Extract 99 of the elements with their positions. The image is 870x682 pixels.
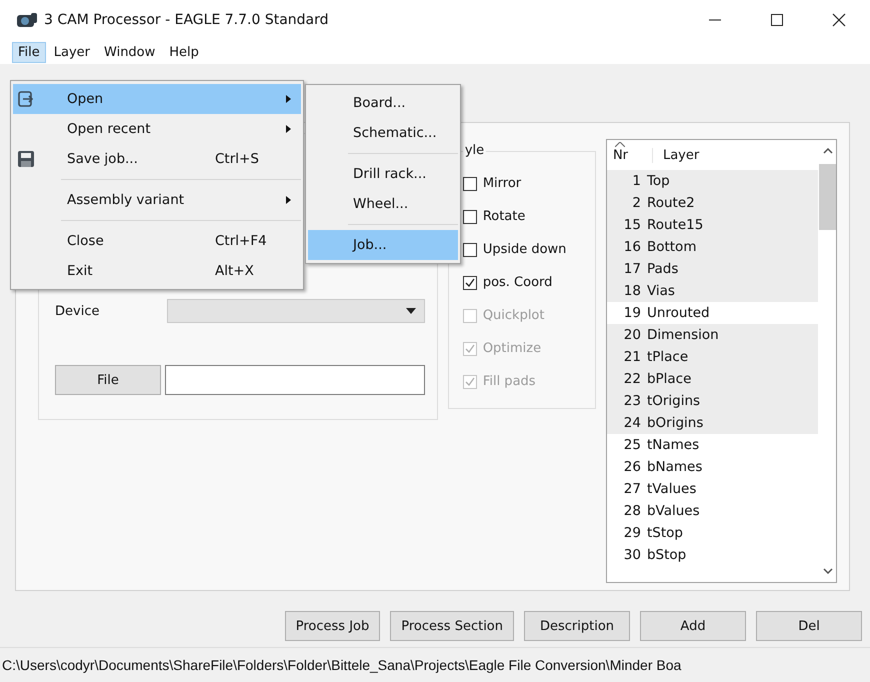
column-header[interactable]: Nr — [606, 148, 653, 162]
file-button[interactable]: File — [55, 365, 161, 395]
layer-number: 18 — [622, 283, 641, 299]
checkbox-label: Quickplot — [482, 308, 544, 323]
layer-number: 22 — [622, 371, 641, 387]
checkbox-label: Fill pads — [482, 374, 536, 389]
list-row[interactable]: 21 tPlace — [606, 346, 818, 368]
list-row[interactable]: 17 Pads — [606, 258, 818, 280]
menu-item[interactable]: Window — [98, 42, 162, 62]
action-button[interactable]: Process Section — [390, 611, 514, 641]
list-row[interactable]: 28 bValues — [606, 500, 818, 522]
list-row[interactable]: 26 bNames — [606, 456, 818, 478]
dropdown-arrow-icon — [406, 308, 416, 314]
checkbox-label: Rotate — [482, 209, 526, 224]
menu-item[interactable]: Layer — [48, 42, 96, 62]
layer-name: tValues — [646, 481, 696, 497]
layer-number: 19 — [622, 305, 641, 321]
layer-number: 15 — [622, 217, 641, 233]
layer-number: 1 — [631, 173, 641, 189]
menu-item[interactable]: Wheel... — [308, 189, 458, 219]
list-row[interactable]: 29 tStop — [606, 522, 818, 544]
layer-number: 17 — [622, 261, 641, 277]
layer-name: Route2 — [646, 195, 695, 211]
layer-name: bNames — [646, 459, 702, 475]
list-row[interactable]: 23 tOrigins — [606, 390, 818, 412]
action-button[interactable]: Add — [640, 611, 746, 641]
layer-name: Vias — [646, 283, 675, 299]
checkbox-label: Optimize — [482, 341, 542, 356]
layer-number: 25 — [622, 437, 641, 453]
menu-item[interactable]: Help — [163, 42, 205, 62]
menu-item[interactable]: Close Ctrl+F4 — [13, 226, 301, 256]
menu-item[interactable]: File — [12, 42, 46, 62]
column-header[interactable]: Layer — [652, 148, 700, 162]
group-title: yle — [462, 143, 486, 158]
layer-number: 27 — [622, 481, 641, 497]
checkbox[interactable] — [462, 276, 477, 290]
checkbox-label: Upside down — [482, 242, 566, 257]
checkbox[interactable] — [462, 210, 477, 224]
menu-item[interactable]: Job... — [308, 230, 458, 260]
camera-icon — [16, 12, 38, 28]
device-label: Device — [55, 304, 100, 318]
action-button[interactable]: Del — [756, 611, 862, 641]
scroll-down-icon[interactable] — [822, 568, 832, 574]
layer-number: 23 — [622, 393, 641, 409]
list-row[interactable]: 19 Unrouted — [606, 302, 818, 324]
list-row[interactable]: 15 Route15 — [606, 214, 818, 236]
window-title: 3 CAM Processor - EAGLE 7.7.0 Standard — [44, 12, 329, 28]
menu-item[interactable]: Open — [13, 84, 301, 114]
layer-name: bPlace — [646, 371, 692, 387]
layer-name: Dimension — [646, 327, 719, 343]
layer-number: 2 — [631, 195, 641, 211]
layer-name: bStop — [646, 547, 686, 563]
layer-name: Pads — [646, 261, 678, 277]
layer-number: 30 — [622, 547, 641, 563]
layer-name: Unrouted — [646, 305, 710, 321]
list-row[interactable]: 24 bOrigins — [606, 412, 818, 434]
list-row[interactable]: 20 Dimension — [606, 324, 818, 346]
layer-name: bValues — [646, 503, 700, 519]
checkbox[interactable] — [462, 242, 477, 256]
layer-number: 29 — [622, 525, 641, 541]
layer-number: 24 — [622, 415, 641, 431]
layer-number: 21 — [622, 349, 641, 365]
list-row[interactable]: 1 Top — [606, 170, 818, 192]
layer-name: Bottom — [646, 239, 696, 255]
layer-name: tOrigins — [646, 393, 700, 409]
checkbox-label: Mirror — [482, 176, 522, 191]
layer-number: 28 — [622, 503, 641, 519]
layer-number: 16 — [622, 239, 641, 255]
sort-icon — [614, 142, 625, 147]
file-input-field[interactable] — [164, 365, 425, 395]
list-row[interactable]: 18 Vias — [606, 280, 818, 302]
list-row[interactable]: 27 tValues — [606, 478, 818, 500]
layer-number: 20 — [622, 327, 641, 343]
layer-name: Route15 — [646, 217, 704, 233]
menu-item[interactable]: Schematic... — [308, 118, 458, 148]
action-button[interactable]: Description — [524, 611, 630, 641]
menu-item[interactable]: Board... — [308, 88, 458, 118]
menu-item[interactable]: Drill rack... — [308, 159, 458, 189]
scrollbar-thumb[interactable] — [819, 164, 836, 230]
scroll-up-icon[interactable] — [822, 148, 832, 154]
file-path: C:\Users\codyr\Documents\ShareFile\Folders\Folder\Bittele_Sana\Projects\Eagle File Conversion\Minder Boa — [2, 657, 682, 673]
menu-item[interactable]: Open recent — [13, 114, 301, 144]
layer-name: tStop — [646, 525, 683, 541]
layer-name: tPlace — [646, 349, 688, 365]
layer-name: bOrigins — [646, 415, 704, 431]
menu-item[interactable]: Assembly variant — [13, 185, 301, 215]
list-row[interactable]: 25 tNames — [606, 434, 818, 456]
action-button[interactable]: Process Job — [284, 611, 380, 641]
list-row[interactable]: 22 bPlace — [606, 368, 818, 390]
checkbox-label: pos. Coord — [482, 275, 552, 290]
checkbox[interactable] — [462, 176, 477, 190]
layer-name: tNames — [646, 437, 700, 453]
menu-item[interactable]: Exit Alt+X — [13, 256, 301, 286]
layer-name: Top — [646, 173, 670, 189]
layer-number: 26 — [622, 459, 641, 475]
list-row[interactable]: 2 Route2 — [606, 192, 818, 214]
list-row[interactable]: 16 Bottom — [606, 236, 818, 258]
list-row[interactable]: 30 bStop — [606, 544, 818, 566]
menu-item[interactable]: Save job... Ctrl+S — [13, 144, 301, 174]
